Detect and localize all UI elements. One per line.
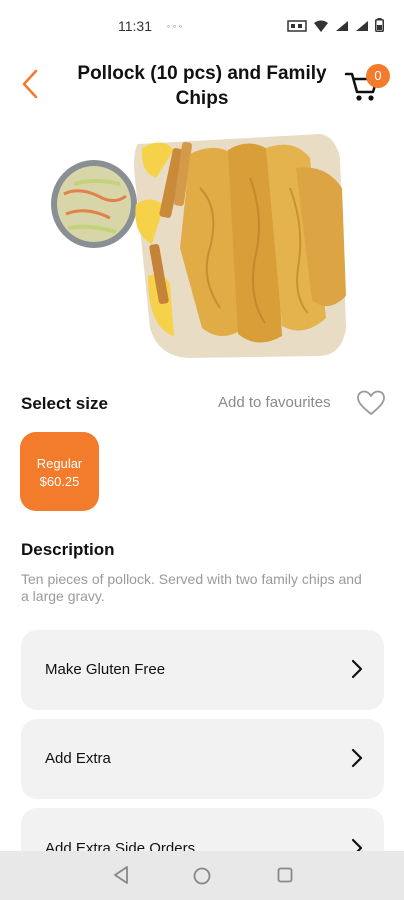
option-add-extra[interactable]: Add Extra — [21, 719, 384, 799]
page-title: Pollock (10 pcs) and Family Chips — [77, 63, 327, 109]
option-label: Add Extra — [45, 750, 111, 767]
status-bar: 11:31 ∘∘∘ — [0, 0, 404, 52]
signal-icon — [335, 19, 349, 37]
signal-icon-2 — [355, 19, 369, 37]
description-text: Ten pieces of pollock. Served with two f… — [21, 571, 362, 604]
chevron-left-icon — [22, 69, 38, 99]
status-time: 11:31 — [118, 18, 152, 34]
cart-count-badge: 0 — [366, 64, 390, 88]
status-dots: ∘∘∘ — [166, 22, 185, 31]
status-icons — [287, 18, 384, 37]
wifi-icon — [313, 19, 329, 37]
nav-recents-icon[interactable] — [277, 867, 293, 883]
size-option-price: $60.25 — [39, 474, 80, 489]
option-make-gluten-free[interactable]: Make Gluten Free — [21, 630, 384, 710]
size-option-regular[interactable]: Regular $60.25 — [20, 432, 99, 511]
size-option-name: Regular — [36, 456, 83, 471]
heart-icon[interactable] — [356, 389, 386, 417]
option-label: Make Gluten Free — [45, 661, 166, 678]
back-button[interactable] — [18, 66, 50, 102]
select-size-heading: Select size — [21, 394, 108, 413]
nav-back-icon[interactable] — [112, 865, 130, 885]
nav-home-icon[interactable] — [193, 867, 211, 885]
description-heading: Description — [21, 540, 115, 559]
chevron-right-icon — [351, 748, 363, 768]
battery-icon — [375, 18, 384, 37]
chevron-right-icon — [351, 659, 363, 679]
data-icon — [287, 19, 307, 37]
add-to-favourites-label[interactable]: Add to favourites — [218, 394, 331, 411]
system-navigation-bar — [0, 851, 404, 900]
product-image — [51, 134, 346, 358]
